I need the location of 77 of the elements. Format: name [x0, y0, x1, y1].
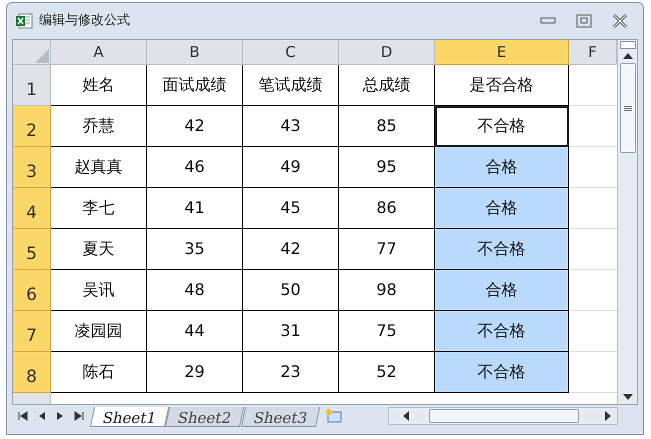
table-cell: 45 [243, 188, 339, 229]
table-cell: 42 [147, 106, 243, 147]
row-header[interactable]: 1 [13, 65, 51, 106]
column-header[interactable]: E [435, 40, 569, 65]
table-cell: 44 [147, 311, 243, 352]
table-cell: 43 [243, 106, 339, 147]
table-cell: 77 [339, 229, 435, 270]
table-cell: 49 [243, 147, 339, 188]
scroll-up-icon[interactable] [622, 53, 632, 59]
table-cell: 不合格 [435, 311, 569, 352]
sheet-tab[interactable]: Sheet1 [90, 407, 170, 427]
row-header[interactable]: 5 [13, 229, 51, 270]
table-cell: 46 [147, 147, 243, 188]
minimize-icon [540, 17, 556, 25]
table-cell: 48 [147, 270, 243, 311]
column-header[interactable]: A [51, 40, 147, 65]
row-header[interactable]: 3 [13, 147, 51, 188]
sheet-tab[interactable]: Sheet3 [240, 407, 320, 427]
table-cell: 陈石 [51, 352, 147, 393]
table-cell: 笔试成绩 [243, 65, 339, 106]
table-cell: 不合格 [435, 352, 569, 393]
scroll-thumb[interactable] [429, 409, 579, 423]
table-cell: 姓名 [51, 65, 147, 106]
next-sheet-icon[interactable] [56, 411, 64, 421]
row-header[interactable]: 6 [13, 270, 51, 311]
table-cell: 86 [339, 188, 435, 229]
table-cell: 98 [339, 270, 435, 311]
table-cell: 合格 [435, 147, 569, 188]
table-cell: 李七 [51, 188, 147, 229]
vertical-scrollbar[interactable] [617, 40, 637, 404]
table-cell: 赵真真 [51, 147, 147, 188]
column-header[interactable]: B [147, 40, 243, 65]
column-header[interactable]: F [569, 40, 617, 65]
table-cell: 31 [243, 311, 339, 352]
column-header[interactable]: D [339, 40, 435, 65]
close-icon [612, 13, 628, 29]
table-cell: 42 [243, 229, 339, 270]
window-title: 编辑与修改公式 [39, 12, 130, 30]
table-cell: 23 [243, 352, 339, 393]
table-cell: 29 [147, 352, 243, 393]
last-sheet-icon[interactable] [74, 411, 84, 421]
scroll-down-icon[interactable] [622, 394, 632, 400]
table-cell: 夏天 [51, 229, 147, 270]
table-cell: 总成绩 [339, 65, 435, 106]
first-sheet-icon[interactable] [18, 411, 28, 421]
row-header[interactable]: 7 [13, 311, 51, 352]
table-cell: 是否合格 [435, 65, 569, 106]
new-sheet-icon[interactable] [324, 408, 344, 424]
table-cell: 95 [339, 147, 435, 188]
table-cell: 50 [243, 270, 339, 311]
table-cell: 52 [339, 352, 435, 393]
row-header[interactable]: 2 [13, 106, 51, 147]
row-header[interactable]: 4 [13, 188, 51, 229]
corner-triangle-icon [34, 48, 50, 64]
table-cell: 凌园园 [51, 311, 147, 352]
scroll-left-icon[interactable] [403, 411, 409, 421]
split-handle[interactable] [620, 41, 636, 49]
row-header[interactable]: 8 [13, 352, 51, 393]
table-cell: 75 [339, 311, 435, 352]
table-cell: 乔慧 [51, 106, 147, 147]
scroll-thumb[interactable] [620, 63, 636, 153]
table-cell: 吴讯 [51, 270, 147, 311]
column-header[interactable]: C [243, 40, 339, 65]
spreadsheet-icon [15, 12, 33, 30]
table-cell: 41 [147, 188, 243, 229]
table-cell: 85 [339, 106, 435, 147]
table-cell: 不合格 [435, 106, 569, 147]
horizontal-scrollbar[interactable] [388, 407, 618, 425]
table-cell: 合格 [435, 188, 569, 229]
scroll-right-icon[interactable] [605, 411, 611, 421]
table-cell: 面试成绩 [147, 65, 243, 106]
table-cell: 合格 [435, 270, 569, 311]
table-cell: 35 [147, 229, 243, 270]
previous-sheet-icon[interactable] [38, 411, 46, 421]
sheet-tab[interactable]: Sheet2 [165, 407, 245, 427]
table-cell: 不合格 [435, 229, 569, 270]
maximize-icon [576, 14, 592, 28]
